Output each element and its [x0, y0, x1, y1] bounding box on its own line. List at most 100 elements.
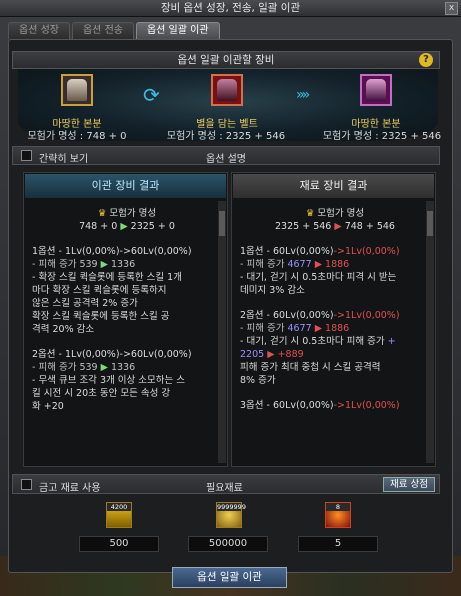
- options-bar: 간략히 보기 옵션 설명: [12, 146, 440, 165]
- arrow-icon: ▶: [100, 362, 108, 373]
- option1-line: - 확장 스킬 퀵슬롯에 등록한 스킬 1개: [32, 272, 182, 283]
- fame-old: 748 + 0: [79, 221, 118, 232]
- option2-line: 8% 증가: [240, 375, 276, 386]
- opt-old-val: 2205: [240, 349, 265, 360]
- option1-dmg: - 피해 증가 4677 ▶ 1886: [240, 258, 430, 271]
- material-shop-button[interactable]: 재료 상점: [383, 477, 435, 492]
- option1-line: 확장 스킬 퀵슬롯에 등록한 스킬 공: [32, 311, 170, 322]
- arrow-icon: ▶: [314, 259, 322, 270]
- dmg-new: 1886: [325, 259, 350, 270]
- opt-plus: +: [387, 336, 396, 347]
- section-title: 옵션 일괄 이관할 장비: [177, 54, 275, 66]
- use-vault-label: 금고 재료 사용: [39, 483, 101, 494]
- material-qty: 500: [79, 536, 159, 552]
- arrow-icon: ▶: [120, 221, 128, 232]
- bulk-transfer-button[interactable]: 옵션 일괄 이관: [172, 567, 287, 588]
- option1-head: 1옵션 - 60Lv(0,00%)->1Lv(0,00%): [240, 245, 430, 258]
- tab-option-bulk-transfer[interactable]: 옵션 일괄 이관: [135, 22, 220, 39]
- material-count-tag: 8: [326, 503, 350, 511]
- opt-line: - 대기, 걷기 시 0.5초마다 피해 증가: [240, 336, 385, 347]
- dmg-old: 4677: [287, 323, 312, 334]
- right-result-panel: 재료 장비 결과 ♛ 모험가 명성 2325 + 546 ▶ 748 + 546…: [231, 172, 436, 467]
- option1-line: 격력 20% 감소: [32, 324, 95, 335]
- source-item-slot[interactable]: [61, 74, 93, 106]
- materials-bar: 금고 재료 사용 필요재료 재료 상점: [12, 474, 440, 494]
- option2-line: - 무색 큐브 조각 3개 이상 소모하는 스: [32, 375, 185, 386]
- result-item-slot[interactable]: [360, 74, 392, 106]
- arrow-icon: ▶: [100, 259, 108, 270]
- material-item-stat: 모험가 명성 : 2325 + 546: [166, 131, 286, 142]
- section-header: 옵션 일괄 이관할 장비 ?: [12, 51, 440, 69]
- tab-option-growth[interactable]: 옵션 성장: [8, 22, 70, 39]
- help-icon[interactable]: ?: [419, 53, 433, 67]
- dmg-new: 1336: [110, 259, 136, 270]
- required-materials-label: 필요재료: [206, 483, 243, 494]
- dmg-label: - 피해 증가 539: [32, 362, 98, 373]
- arrow-icon: ▶: [267, 349, 275, 360]
- armor-icon: [67, 79, 87, 101]
- right-panel-title: 재료 장비 결과: [233, 174, 434, 198]
- option2-dmg: - 피해 증가 539 ▶ 1336: [32, 361, 222, 374]
- option-desc-label: 옵션 설명: [206, 154, 246, 165]
- right-panel-content: ♛ 모험가 명성 2325 + 546 ▶ 748 + 546 1옵션 - 60…: [240, 207, 430, 412]
- opt-head-b: ->1Lv(0,00%): [333, 400, 400, 411]
- belt-icon: [217, 79, 237, 101]
- dmg-new: 1336: [110, 362, 136, 373]
- arrow-icon: ▶: [334, 221, 342, 232]
- option2-head: 2옵션 - 60Lv(0,00%)->1Lv(0,00%): [240, 309, 430, 322]
- fire-gem-icon[interactable]: 8: [325, 502, 351, 528]
- simple-view-checkbox[interactable]: [21, 150, 32, 161]
- fame-old: 2325 + 546: [275, 221, 332, 232]
- left-panel-content: ♛ 모험가 명성 748 + 0 ▶ 2325 + 0 1옵션 - 1Lv(0,…: [32, 207, 222, 413]
- simple-view-label: 간략히 보기: [39, 154, 89, 165]
- use-vault-checkbox[interactable]: [21, 479, 32, 490]
- material-qty: 5: [298, 536, 378, 552]
- material-count-tag: 9999999: [217, 503, 246, 511]
- close-button[interactable]: x: [445, 2, 458, 15]
- option2-line: 2205 ▶ +889: [240, 348, 430, 361]
- option1-head: 1옵션 - 1Lv(0,00%)->60Lv(0,00%): [32, 246, 192, 257]
- dmg-label: - 피해 증가 539: [32, 259, 98, 270]
- dmg-old: 4677: [287, 259, 312, 270]
- material-count-tag: 4200: [107, 503, 131, 511]
- fame-new: 748 + 546: [344, 221, 395, 232]
- arrow-icon: ▶: [314, 323, 322, 334]
- fame-new: 2325 + 0: [130, 221, 175, 232]
- material-item-slot[interactable]: [211, 74, 243, 106]
- option1-dmg: - 피해 증가 539 ▶ 1336: [32, 258, 222, 271]
- medal-icon: ♛: [97, 208, 107, 219]
- option2-line: 화 +20: [32, 401, 64, 412]
- opt-head-b: ->1Lv(0,00%): [333, 310, 400, 321]
- source-item-stat: 모험가 명성 : 748 + 0: [27, 131, 127, 142]
- dmg-label: - 피해 증가: [240, 323, 285, 334]
- option2-line: - 대기, 걷기 시 0.5초마다 피해 증가 +: [240, 335, 430, 348]
- fame-values: 748 + 0 ▶ 2325 + 0: [32, 220, 222, 233]
- left-panel-title: 이관 장비 결과: [25, 174, 226, 198]
- option1-line: 데미지 3% 감소: [240, 285, 305, 296]
- material-qty: 500000: [188, 536, 268, 552]
- result-item-stat: 모험가 명성 : 2325 + 546: [322, 131, 442, 142]
- fame-label: 모험가 명성: [317, 208, 365, 219]
- opt-head-a: 1옵션 - 60Lv(0,00%): [240, 246, 334, 257]
- tab-bar: 옵션 성장 옵션 전송 옵션 일괄 이관: [8, 22, 220, 39]
- crystal-cube-icon[interactable]: 4200: [106, 502, 132, 528]
- option1-line: 않은 스킬 공격력 2% 증가: [32, 298, 138, 309]
- window-titlebar[interactable]: 장비 옵션 성장, 전송, 일괄 이관 x: [0, 0, 461, 17]
- gold-coins-icon[interactable]: 9999999: [216, 502, 246, 528]
- transfer-arrow-icon: »»: [296, 87, 310, 103]
- option2-line: 피해 증가 최대 중첩 시 스킬 공격력: [240, 362, 381, 373]
- dmg-label: - 피해 증가: [240, 259, 285, 270]
- option2-head: 2옵션 - 1Lv(0,00%)->60Lv(0,00%): [32, 349, 192, 360]
- window-title: 장비 옵션 성장, 전송, 일괄 이관: [160, 2, 301, 14]
- opt-new-val: +889: [277, 349, 304, 360]
- cycle-arrows-icon: ⟳: [143, 83, 160, 107]
- fame-row: ♛ 모험가 명성: [32, 207, 222, 220]
- left-result-panel: 이관 장비 결과 ♛ 모험가 명성 748 + 0 ▶ 2325 + 0 1옵션…: [23, 172, 228, 467]
- opt-head-a: 2옵션 - 60Lv(0,00%): [240, 310, 334, 321]
- tab-option-transfer[interactable]: 옵션 전송: [71, 22, 134, 39]
- dmg-new: 1886: [325, 323, 350, 334]
- fame-label: 모험가 명성: [109, 208, 157, 219]
- fame-row: ♛ 모험가 명성: [240, 207, 430, 220]
- option3-head: 3옵션 - 60Lv(0,00%)->1Lv(0,00%): [240, 399, 430, 412]
- opt-head-b: ->1Lv(0,00%): [333, 246, 400, 257]
